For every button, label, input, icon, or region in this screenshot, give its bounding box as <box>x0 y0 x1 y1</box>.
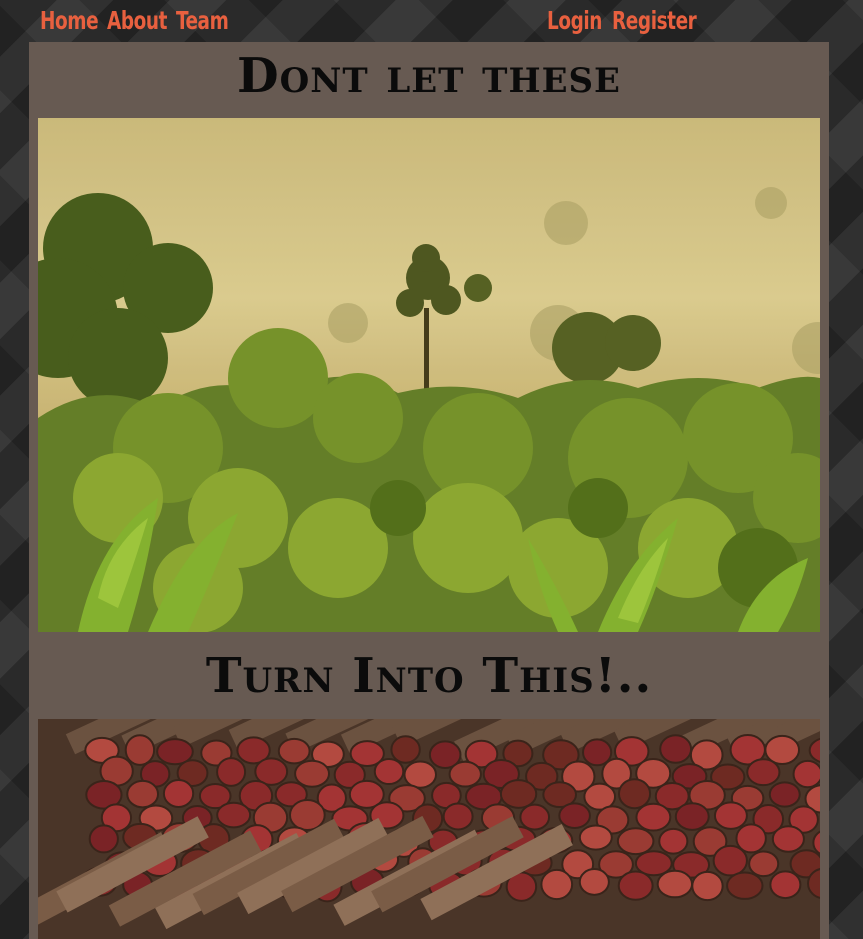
nav-login-link[interactable]: Login <box>547 4 602 38</box>
nav-about-link[interactable]: About <box>107 4 167 38</box>
top-navigation: Home About Team Login Register <box>0 0 863 42</box>
section-heading-logs: Turn Into This!.. <box>205 648 653 704</box>
nav-home-link[interactable]: Home <box>40 4 99 38</box>
nav-register-link[interactable]: Register <box>612 4 697 38</box>
cut-logs-image <box>38 719 820 939</box>
section-heading-forest: Dont let these <box>237 48 621 104</box>
content-panel: Dont let these Turn Into This!.. <box>29 42 829 939</box>
rainforest-image <box>38 118 820 632</box>
nav-team-link[interactable]: Team <box>176 4 229 38</box>
